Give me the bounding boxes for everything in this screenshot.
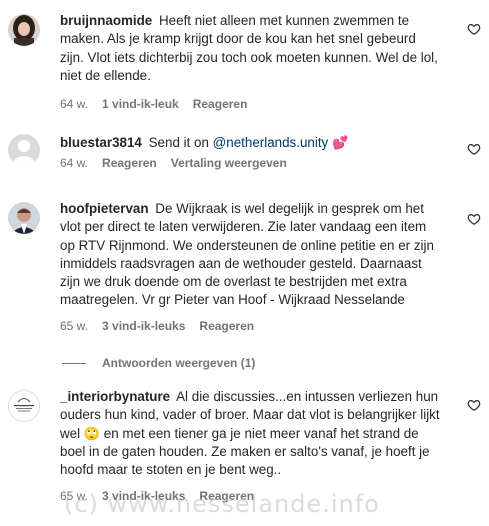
reply-button[interactable]: Reageren	[102, 156, 157, 170]
comment-meta: 64 w. Reageren Vertaling weergeven	[60, 156, 440, 170]
username[interactable]: hoofpietervan	[60, 201, 149, 216]
view-replies-button[interactable]: Antwoorden weergeven (1)	[62, 356, 255, 370]
timestamp[interactable]: 65 w.	[60, 319, 88, 333]
comment-text: bruijnnaomide Heeft niet alleen met kunn…	[60, 13, 438, 83]
likes-count[interactable]: 1 vind-ik-leuk	[102, 97, 179, 111]
view-replies-label[interactable]: Antwoorden weergeven (1)	[102, 356, 255, 370]
comment-meta: 65 w. 3 vind-ik-leuks Reageren	[60, 489, 440, 503]
avatar[interactable]	[8, 202, 40, 234]
avatar[interactable]	[8, 14, 40, 46]
comment-meta: 64 w. 1 vind-ik-leuk Reageren	[60, 97, 440, 111]
heart-icon[interactable]	[467, 142, 481, 156]
timestamp[interactable]: 64 w.	[60, 156, 88, 170]
timestamp[interactable]: 65 w.	[60, 489, 88, 503]
heart-icon[interactable]	[467, 22, 481, 36]
username[interactable]: _interiorbynature	[60, 389, 170, 404]
heart-icon[interactable]	[467, 398, 481, 412]
username[interactable]: bluestar3814	[60, 135, 142, 150]
comment-text: bluestar3814 Send it on @netherlands.uni…	[60, 135, 349, 150]
avatar[interactable]	[8, 390, 40, 422]
reply-button[interactable]: Reageren	[199, 489, 254, 503]
comment-text: hoofpietervan De Wijkraak is wel degelij…	[60, 201, 434, 308]
likes-count[interactable]: 3 vind-ik-leuks	[102, 489, 185, 503]
comment-text: _interiorbynature Al die discussies...en…	[60, 389, 440, 478]
reply-button[interactable]: Reageren	[199, 319, 254, 333]
avatar[interactable]	[8, 134, 40, 166]
reply-button[interactable]: Reageren	[193, 97, 248, 111]
mention-link[interactable]: @netherlands.unity	[213, 135, 329, 150]
username[interactable]: bruijnnaomide	[60, 13, 152, 28]
likes-count[interactable]: 3 vind-ik-leuks	[102, 319, 185, 333]
replies-divider	[62, 362, 86, 364]
heart-icon[interactable]	[467, 212, 481, 226]
heart-emoji: 💕	[332, 135, 349, 150]
translation-button[interactable]: Vertaling weergeven	[171, 156, 287, 170]
comment-meta: 65 w. 3 vind-ik-leuks Reageren	[60, 319, 440, 333]
eye-roll-emoji: 🙄	[83, 425, 101, 441]
timestamp[interactable]: 64 w.	[60, 97, 88, 111]
